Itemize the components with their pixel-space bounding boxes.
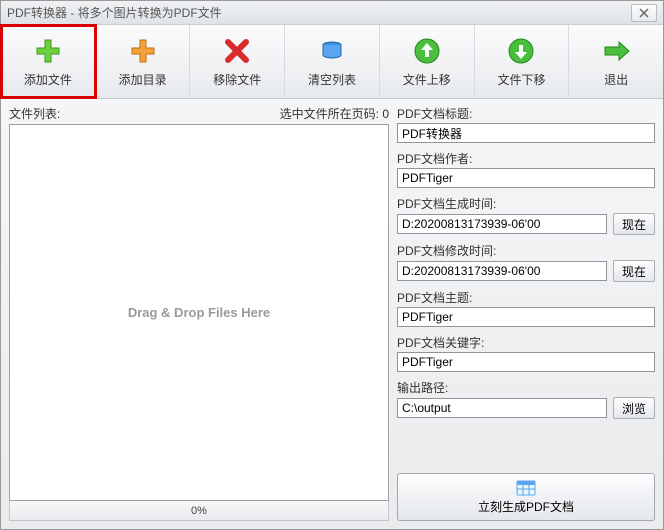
- modified-now-button[interactable]: 现在: [613, 260, 655, 282]
- add-file-label: 添加文件: [24, 71, 72, 88]
- plus-green-icon: [32, 35, 64, 67]
- field-keywords: PDF文档关键字:: [397, 334, 655, 372]
- modified-input[interactable]: [397, 261, 607, 281]
- created-now-button[interactable]: 现在: [613, 213, 655, 235]
- subject-input[interactable]: [397, 307, 655, 327]
- toolbar: 添加文件 添加目录 移除文件 清空列表 文件上移: [1, 25, 663, 99]
- created-input[interactable]: [397, 214, 607, 234]
- field-title: PDF文档标题:: [397, 105, 655, 143]
- field-modified: PDF文档修改时间: 现在: [397, 242, 655, 282]
- progress-bar: 0%: [9, 501, 389, 521]
- keywords-input[interactable]: [397, 352, 655, 372]
- file-list-dropzone[interactable]: Drag & Drop Files Here: [9, 124, 389, 501]
- window-title: PDF转换器 - 将多个图片转换为PDF文件: [7, 4, 631, 21]
- generate-label: 立刻生成PDF文档: [478, 498, 574, 515]
- progress-text: 0%: [191, 505, 207, 517]
- selected-page-label: 选中文件所在页码: 0: [280, 105, 389, 122]
- generate-pdf-button[interactable]: 立刻生成PDF文档: [397, 473, 655, 521]
- clear-list-button[interactable]: 清空列表: [285, 25, 380, 98]
- modified-label: PDF文档修改时间:: [397, 242, 655, 259]
- browse-button[interactable]: 浏览: [613, 397, 655, 419]
- body-area: 文件列表: 选中文件所在页码: 0 Drag & Drop Files Here…: [1, 99, 663, 529]
- field-output: 输出路径: 浏览: [397, 379, 655, 419]
- add-file-button[interactable]: 添加文件: [1, 25, 96, 98]
- x-red-icon: [221, 35, 253, 67]
- plus-orange-icon: [127, 35, 159, 67]
- titlebar: PDF转换器 - 将多个图片转换为PDF文件: [1, 1, 663, 25]
- right-column: PDF文档标题: PDF文档作者: PDF文档生成时间: 现在 PDF文档修改时…: [397, 105, 655, 521]
- close-button[interactable]: [631, 4, 657, 22]
- subject-label: PDF文档主题:: [397, 289, 655, 306]
- remove-file-label: 移除文件: [213, 71, 261, 88]
- left-column: 文件列表: 选中文件所在页码: 0 Drag & Drop Files Here…: [9, 105, 389, 521]
- clear-list-label: 清空列表: [308, 71, 356, 88]
- output-label: 输出路径:: [397, 379, 655, 396]
- file-up-label: 文件上移: [403, 71, 451, 88]
- author-label: PDF文档作者:: [397, 150, 655, 167]
- left-header: 文件列表: 选中文件所在页码: 0: [9, 105, 389, 122]
- field-author: PDF文档作者:: [397, 150, 655, 188]
- author-input[interactable]: [397, 168, 655, 188]
- close-icon: [639, 8, 649, 18]
- field-subject: PDF文档主题:: [397, 289, 655, 327]
- drop-hint: Drag & Drop Files Here: [128, 305, 270, 320]
- exit-button[interactable]: 退出: [569, 25, 663, 98]
- spreadsheet-icon: [516, 480, 536, 496]
- exit-label: 退出: [604, 71, 628, 88]
- exit-arrow-icon: [600, 35, 632, 67]
- file-down-label: 文件下移: [497, 71, 545, 88]
- remove-file-button[interactable]: 移除文件: [190, 25, 285, 98]
- file-down-button[interactable]: 文件下移: [475, 25, 570, 98]
- file-up-button[interactable]: 文件上移: [380, 25, 475, 98]
- title-input[interactable]: [397, 123, 655, 143]
- title-label: PDF文档标题:: [397, 105, 655, 122]
- keywords-label: PDF文档关键字:: [397, 334, 655, 351]
- add-dir-label: 添加目录: [119, 71, 167, 88]
- output-input[interactable]: [397, 398, 607, 418]
- created-label: PDF文档生成时间:: [397, 195, 655, 212]
- add-dir-button[interactable]: 添加目录: [96, 25, 191, 98]
- arrow-up-icon: [411, 35, 443, 67]
- arrow-down-icon: [505, 35, 537, 67]
- file-list-label: 文件列表:: [9, 105, 60, 122]
- app-window: PDF转换器 - 将多个图片转换为PDF文件 添加文件 添加目录 移除文件: [0, 0, 664, 530]
- trash-icon: [316, 35, 348, 67]
- field-created: PDF文档生成时间: 现在: [397, 195, 655, 235]
